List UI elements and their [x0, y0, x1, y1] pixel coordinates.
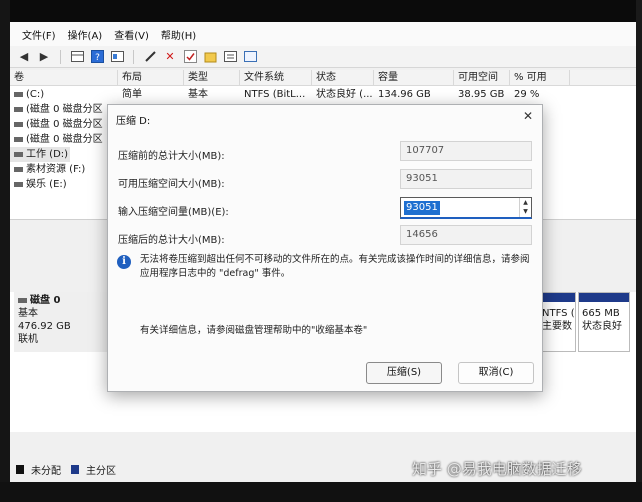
svg-text:?: ? — [95, 53, 100, 63]
available-shrink-label: 可用压缩空间大小(MB): — [118, 179, 225, 190]
volume-icon — [14, 151, 23, 157]
partition-label: 665 MB — [582, 308, 620, 319]
forward-arrow-icon[interactable]: ▶ — [36, 49, 52, 65]
info-message: 无法将卷压缩到超出任何不可移动的文件所在的点。有关完成该操作时间的详细信息，请参… — [140, 254, 530, 279]
table-cell: (C:) — [26, 89, 45, 100]
size-after-label: 压缩后的总计大小(MB): — [118, 235, 225, 246]
watermark: 知乎 @易我电脑数据迁移 — [412, 460, 582, 478]
table-cell: 状态良好 (... — [316, 89, 373, 100]
delete-icon[interactable]: ✕ — [162, 49, 178, 65]
legend-primary: 主分区 — [86, 465, 116, 477]
table-row[interactable]: (C:) 简单 基本 NTFS (BitL... 状态良好 (... 134.9… — [10, 87, 636, 102]
shrink-dialog: 压缩 D: ✕ 压缩前的总计大小(MB): 107707 可用压缩空间大小(MB… — [107, 104, 543, 392]
shrink-button[interactable]: 压缩(S) — [366, 362, 442, 384]
partition-status: 主要数 — [542, 321, 572, 332]
disk-status: 联机 — [18, 334, 38, 345]
properties-icon[interactable] — [109, 49, 125, 65]
info-icon: i — [117, 255, 131, 269]
spin-buttons[interactable]: ▲ ▼ — [519, 198, 531, 217]
list-icon[interactable] — [242, 49, 258, 65]
menu-bar: 文件(F) 操作(A) 查看(V) 帮助(H) — [10, 22, 636, 46]
table-cell: (磁盘 0 磁盘分区 — [26, 104, 103, 115]
unallocated-swatch — [16, 464, 24, 474]
available-shrink-value: 93051 — [400, 169, 532, 189]
table-cell: 娱乐 (E:) — [26, 179, 67, 190]
column-capacity[interactable]: 容量 — [374, 70, 454, 86]
column-type[interactable]: 类型 — [184, 70, 240, 86]
partition-status: 状态良好 — [582, 321, 622, 332]
toolbar: ◀ ▶ ? ✕ — [10, 46, 636, 68]
menu-action[interactable]: 操作(A) — [62, 27, 109, 42]
partition-label: NTFS ( — [542, 308, 575, 319]
table-cell: (磁盘 0 磁盘分区 — [26, 134, 103, 145]
column-filesystem[interactable]: 文件系统 — [240, 70, 312, 86]
menu-view[interactable]: 查看(V) — [108, 27, 155, 42]
volume-table-header: 卷 布局 类型 文件系统 状态 容量 可用空间 % 可用 — [10, 70, 636, 86]
shrink-amount-label: 输入压缩空间量(MB)(E): — [118, 207, 229, 218]
disk-label[interactable]: 磁盘 0 基本 476.92 GB 联机 — [14, 292, 114, 352]
dialog-title: 压缩 D: — [116, 116, 151, 127]
toolbar-separator — [60, 49, 61, 64]
table-cell: 工作 (D:) — [26, 149, 69, 160]
screen-bezel-right — [636, 0, 642, 502]
new-folder-icon[interactable] — [202, 49, 218, 65]
disk-type: 基本 — [18, 308, 38, 319]
help-icon[interactable]: ? — [89, 49, 105, 65]
table-cell: 简单 — [122, 89, 142, 100]
partition-block[interactable]: NTFS ( 主要数 — [538, 292, 576, 352]
volume-icon — [14, 106, 23, 112]
volume-icon — [14, 166, 23, 172]
table-cell: NTFS (BitL... — [244, 89, 306, 100]
shrink-amount-value: 93051 — [404, 201, 440, 215]
disk-name: 磁盘 0 — [30, 295, 61, 306]
size-before-value: 107707 — [400, 141, 532, 161]
cancel-button[interactable]: 取消(C) — [458, 362, 534, 384]
wand-icon[interactable] — [142, 49, 158, 65]
volume-icon — [14, 136, 23, 142]
check-icon[interactable] — [182, 49, 198, 65]
column-percent-free[interactable]: % 可用 — [510, 70, 570, 86]
spin-up-icon[interactable]: ▲ — [520, 198, 531, 207]
screen-bezel-bottom — [0, 482, 642, 502]
details-icon[interactable] — [222, 49, 238, 65]
screen-bezel-left — [0, 0, 10, 502]
primary-partition-swatch — [71, 464, 79, 474]
back-arrow-icon[interactable]: ◀ — [16, 49, 32, 65]
table-cell: 素材资源 (F:) — [26, 164, 86, 175]
volume-icon — [14, 181, 23, 187]
partition-block[interactable]: 665 MB 状态良好 — [578, 292, 630, 352]
column-volume[interactable]: 卷 — [10, 70, 118, 86]
spin-down-icon[interactable]: ▼ — [520, 207, 531, 216]
disk-size: 476.92 GB — [18, 321, 71, 332]
partition-bar — [579, 293, 629, 302]
shrink-amount-input[interactable]: 93051 ▲ ▼ — [400, 197, 532, 219]
table-cell: 38.95 GB — [458, 89, 505, 100]
legend-unallocated: 未分配 — [31, 465, 61, 477]
table-cell: (磁盘 0 磁盘分区 — [26, 119, 103, 130]
volume-icon — [14, 121, 23, 127]
column-layout[interactable]: 布局 — [118, 70, 184, 86]
disk-icon — [18, 297, 27, 303]
table-cell: 29 % — [514, 89, 540, 100]
table-cell: 基本 — [188, 89, 208, 100]
menu-file[interactable]: 文件(F) — [16, 27, 62, 42]
volume-icon — [14, 91, 23, 97]
menu-help[interactable]: 帮助(H) — [155, 27, 202, 42]
column-status[interactable]: 状态 — [312, 70, 374, 86]
table-cell: 134.96 GB — [378, 89, 431, 100]
more-info-link[interactable]: 有关详细信息，请参阅磁盘管理帮助中的"收缩基本卷" — [140, 322, 367, 336]
size-after-value: 14656 — [400, 225, 532, 245]
toolbar-separator — [133, 49, 134, 64]
column-free-space[interactable]: 可用空间 — [454, 70, 510, 86]
volume-view-icon[interactable] — [69, 49, 85, 65]
close-icon[interactable]: ✕ — [523, 109, 533, 123]
size-before-label: 压缩前的总计大小(MB): — [118, 151, 225, 162]
partition-bar — [539, 293, 575, 302]
